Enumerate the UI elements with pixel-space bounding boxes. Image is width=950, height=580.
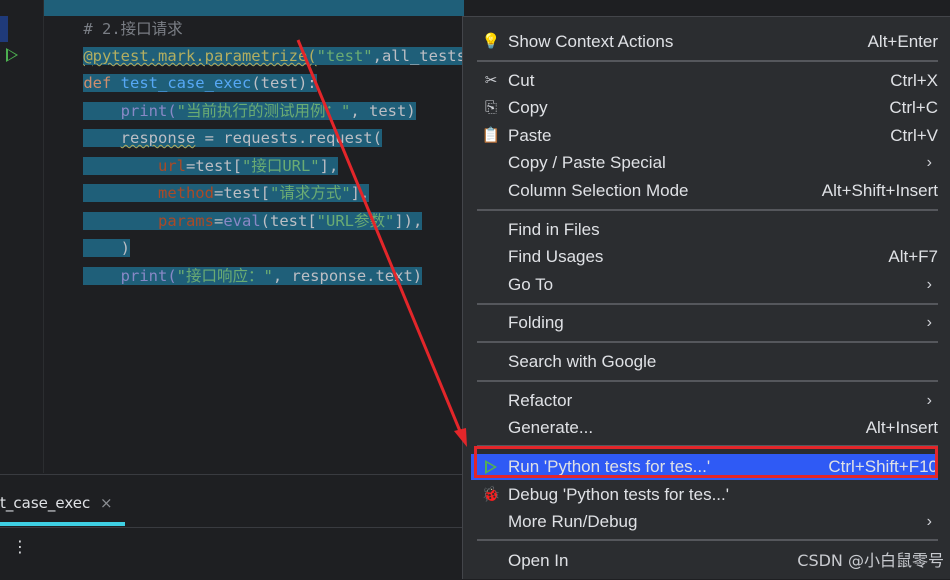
keyword-arg: params bbox=[157, 212, 214, 230]
menu-item-label: Copy / Paste Special bbox=[508, 153, 666, 172]
chevron-right-icon: › bbox=[926, 314, 932, 331]
menu-item-debug-python-tests[interactable]: 🐞 Debug 'Python tests for tes...' bbox=[471, 482, 938, 508]
code-text: (test[ bbox=[260, 212, 317, 230]
menu-item-label: Go To bbox=[508, 275, 554, 294]
scissors-icon: ✂ bbox=[484, 72, 498, 89]
tool-tab[interactable]: t_case_exec bbox=[0, 489, 90, 517]
menu-item-label: Folding bbox=[508, 313, 564, 332]
menu-item-label: Show Context Actions bbox=[508, 32, 674, 51]
chevron-right-icon: › bbox=[926, 513, 932, 530]
menu-item-label: Copy bbox=[508, 98, 548, 117]
menu-separator bbox=[477, 209, 938, 211]
code-line-2: @pytest.mark.parametrize("test",all_test… bbox=[46, 16, 476, 65]
menu-item-label: Refactor bbox=[508, 391, 573, 410]
builtin-call: eval bbox=[223, 212, 261, 230]
menu-item-go-to[interactable]: Go To › bbox=[471, 272, 938, 298]
code-line-9: ) bbox=[46, 208, 130, 257]
code-line-4: print("当前执行的测试用例：", test) bbox=[46, 71, 416, 120]
menu-item-label: Paste bbox=[508, 126, 552, 145]
close-icon[interactable]: × bbox=[100, 489, 113, 517]
menu-item-shortcut: Alt+F7 bbox=[888, 247, 938, 266]
code-text: , response.text) bbox=[272, 267, 423, 285]
menu-item-paste[interactable]: 📋 Paste Ctrl+V bbox=[471, 123, 938, 149]
menu-item-label: Generate... bbox=[508, 418, 594, 437]
code-line-6: url=test["接口URL"], bbox=[46, 126, 339, 175]
context-menu: 💡 Show Context Actions Alt+Enter ✂ Cut C… bbox=[462, 16, 950, 579]
editor-gutter bbox=[0, 0, 44, 473]
menu-item-folding[interactable]: Folding › bbox=[471, 310, 938, 336]
menu-item-copy[interactable]: ⎘ Copy Ctrl+C bbox=[471, 95, 938, 121]
paste-icon: 📋 bbox=[481, 127, 501, 144]
menu-item-label: Find Usages bbox=[508, 247, 604, 266]
menu-item-shortcut: Alt+Insert bbox=[865, 418, 938, 437]
menu-item-search-with-google[interactable]: Search with Google bbox=[471, 349, 938, 375]
code-line-5: response = requests.request( bbox=[46, 98, 382, 147]
code-text: ,all_tests) bbox=[372, 47, 476, 65]
code-line-7: method=test["请求方式"], bbox=[46, 153, 370, 202]
string-literal: "URL参数" bbox=[316, 212, 395, 230]
menu-item-shortcut: Alt+Enter bbox=[867, 32, 938, 51]
menu-item-label: Cut bbox=[508, 71, 535, 90]
lightbulb-icon: 💡 bbox=[481, 33, 501, 50]
chevron-right-icon: › bbox=[926, 154, 932, 171]
menu-item-refactor[interactable]: Refactor › bbox=[471, 388, 938, 414]
menu-item-cut[interactable]: ✂ Cut Ctrl+X bbox=[471, 68, 938, 94]
menu-item-find-usages[interactable]: Find Usages Alt+F7 bbox=[471, 244, 938, 270]
watermark-text: CSDN @小白鼠零号 bbox=[797, 551, 944, 570]
code-line-3: def test_case_exec(test): bbox=[46, 43, 317, 92]
more-options-icon[interactable]: ⋮ bbox=[12, 537, 28, 556]
menu-item-column-selection-mode[interactable]: Column Selection Mode Alt+Shift+Insert bbox=[471, 178, 938, 204]
string-literal: "test" bbox=[316, 47, 373, 65]
code-line-1: # 2.接口请求 bbox=[46, 0, 182, 38]
active-tab-underline bbox=[0, 522, 125, 526]
menu-item-label: Column Selection Mode bbox=[508, 181, 689, 200]
code-text: = bbox=[213, 212, 224, 230]
menu-item-label: Debug 'Python tests for tes...' bbox=[508, 485, 729, 504]
code-line-8: params=eval(test["URL参数"]), bbox=[46, 181, 423, 230]
menu-separator bbox=[477, 380, 938, 382]
string-literal: "接口响应：" bbox=[176, 267, 273, 285]
code-line-10: print("接口响应：", response.text) bbox=[46, 236, 423, 285]
menu-item-generate[interactable]: Generate... Alt+Insert bbox=[471, 415, 938, 441]
menu-item-shortcut: Ctrl+V bbox=[890, 126, 938, 145]
chevron-right-icon: › bbox=[926, 392, 932, 409]
builtin-call: print( bbox=[120, 267, 177, 285]
menu-item-copy-paste-special[interactable]: Copy / Paste Special › bbox=[471, 150, 938, 176]
menu-item-find-in-files[interactable]: Find in Files bbox=[471, 217, 938, 243]
menu-item-shortcut: Ctrl+X bbox=[890, 71, 938, 90]
code-text: ]), bbox=[394, 212, 423, 230]
copy-icon: ⎘ bbox=[484, 99, 497, 116]
menu-item-label: More Run/Debug bbox=[508, 512, 638, 531]
menu-separator bbox=[477, 60, 938, 62]
menu-separator bbox=[477, 341, 938, 343]
menu-item-label: Search with Google bbox=[508, 352, 657, 371]
chevron-right-icon: › bbox=[926, 276, 932, 293]
debug-bug-icon: 🐞 bbox=[481, 486, 501, 503]
menu-item-label: Find in Files bbox=[508, 220, 600, 239]
run-gutter-icon[interactable] bbox=[6, 48, 18, 62]
menu-item-shortcut: Ctrl+C bbox=[889, 98, 938, 117]
current-line-marker bbox=[0, 16, 8, 42]
menu-separator bbox=[477, 303, 938, 305]
menu-item-more-run-debug[interactable]: More Run/Debug › bbox=[471, 509, 938, 535]
menu-item-show-context-actions[interactable]: 💡 Show Context Actions Alt+Enter bbox=[471, 29, 938, 55]
menu-item-label: Open In bbox=[508, 551, 569, 570]
menu-separator bbox=[477, 539, 938, 541]
annotation-highlight-box bbox=[474, 446, 938, 478]
menu-item-shortcut: Alt+Shift+Insert bbox=[821, 181, 938, 200]
